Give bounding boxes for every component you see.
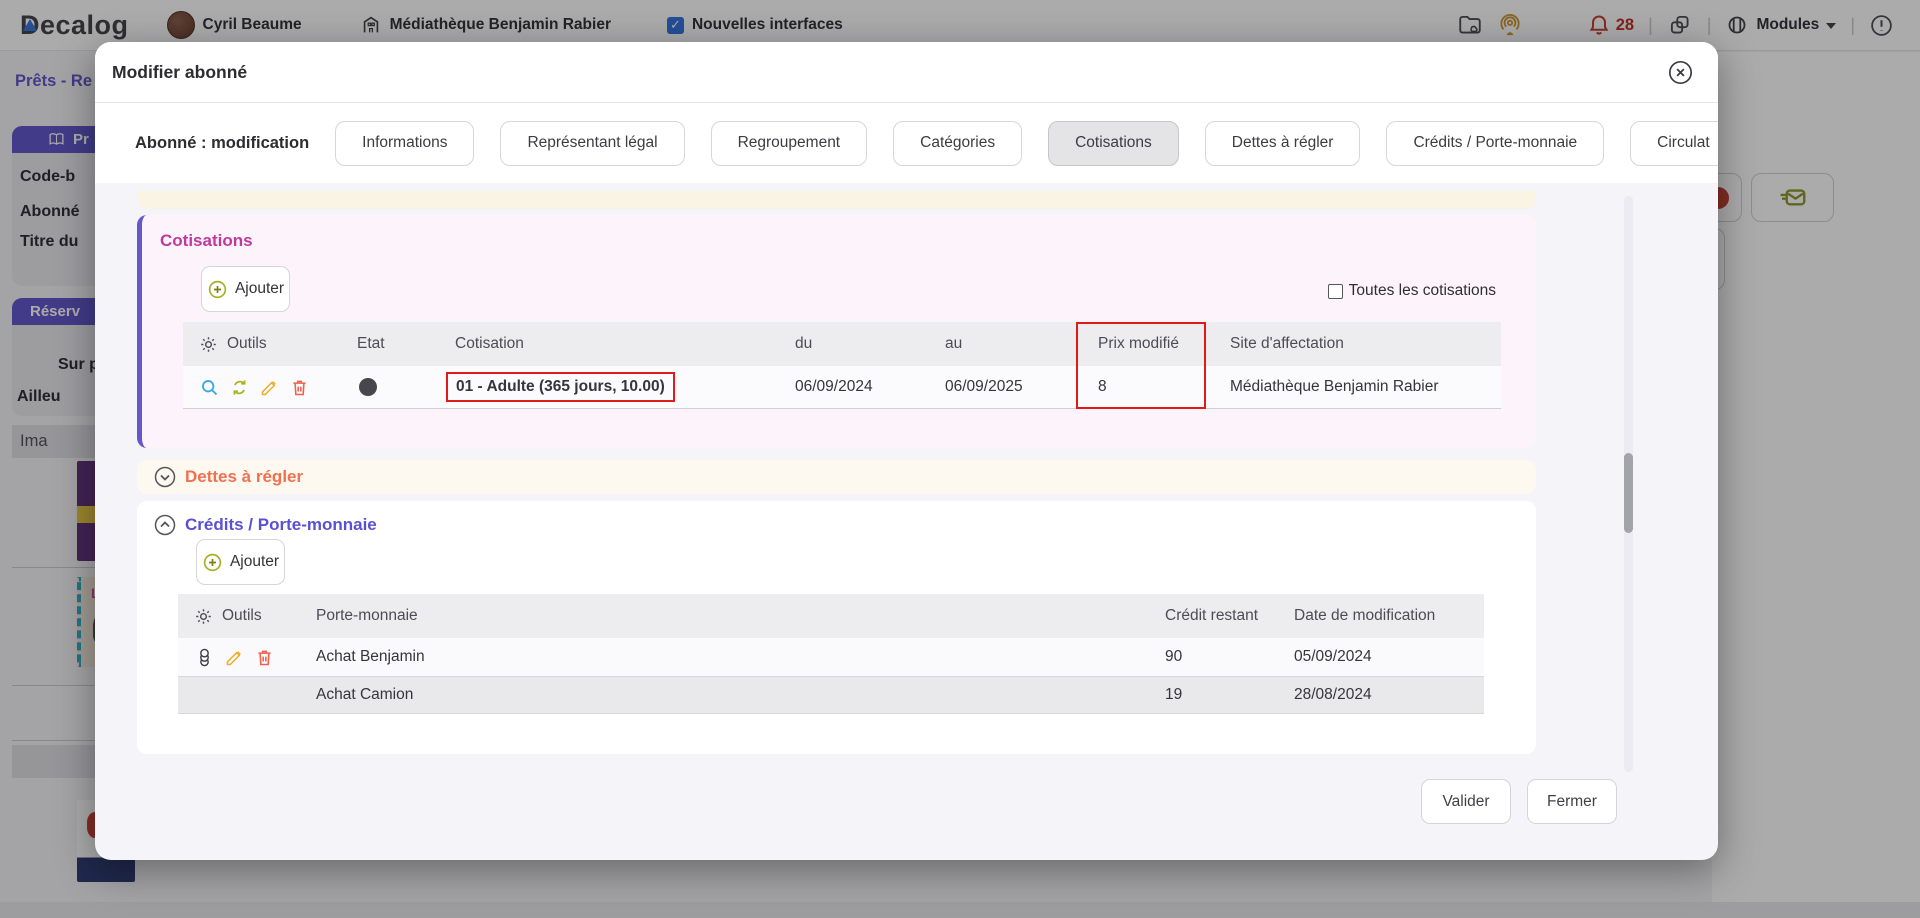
credits-table: Outils Porte-monnaie Crédit restant Date… xyxy=(178,594,1484,714)
all-cotisations-label: Toutes les cotisations xyxy=(1349,282,1496,300)
chevron-circle-up-icon[interactable] xyxy=(153,513,177,537)
credits-section: Crédits / Porte-monnaie Ajouter Out xyxy=(137,501,1536,754)
modal-content-scrollbar[interactable] xyxy=(1624,196,1633,772)
cotisation-value-highlighted: 01 - Adulte (365 jours, 10.00) xyxy=(446,372,675,402)
credits-heading: Crédits / Porte-monnaie xyxy=(185,515,377,535)
tab-categories[interactable]: Catégories xyxy=(893,121,1022,166)
column-header: Crédit restant xyxy=(1165,607,1294,625)
tab-cotisations[interactable]: Cotisations xyxy=(1048,121,1179,166)
modal-title: Modifier abonné xyxy=(112,62,1667,83)
gear-icon xyxy=(194,607,213,626)
coins-icon[interactable] xyxy=(194,647,215,668)
cotisations-section: Cotisations Ajouter Toutes les cotisatio… xyxy=(137,215,1536,448)
tab-bar: Informations Représentant légal Regroupe… xyxy=(335,121,1718,166)
delete-trash-icon[interactable] xyxy=(289,377,310,398)
column-header: Outils xyxy=(227,335,267,353)
credits-section-header[interactable]: Crédits / Porte-monnaie xyxy=(153,513,377,537)
plus-circle-icon xyxy=(207,279,228,300)
refresh-icon[interactable] xyxy=(229,377,250,398)
plus-circle-icon xyxy=(202,552,223,573)
close-button[interactable] xyxy=(1667,59,1694,86)
credits-table-header: Outils Porte-monnaie Crédit restant Date… xyxy=(178,594,1484,638)
column-header: Date de modification xyxy=(1294,607,1484,625)
add-credit-button[interactable]: Ajouter xyxy=(196,539,285,585)
credit-row[interactable]: Achat Benjamin 90 05/09/2024 xyxy=(178,638,1484,677)
cotisation-modified-price: 8 xyxy=(1090,378,1230,396)
search-icon[interactable] xyxy=(199,377,220,398)
tab-regroupement[interactable]: Regroupement xyxy=(711,121,868,166)
tab-representant-legal[interactable]: Représentant légal xyxy=(500,121,684,166)
modal-header: Modifier abonné xyxy=(95,42,1718,103)
cotisation-start-date: 06/09/2024 xyxy=(795,378,945,396)
credit-row[interactable]: Achat Camion 19 28/08/2024 xyxy=(178,677,1484,714)
all-cotisations-filter[interactable]: Toutes les cotisations xyxy=(1328,282,1496,300)
edit-pencil-icon[interactable] xyxy=(224,647,245,668)
cotisation-site: Médiathèque Benjamin Rabier xyxy=(1230,378,1501,396)
close-icon xyxy=(1667,59,1694,86)
add-cotisation-label: Ajouter xyxy=(235,280,284,298)
gear-icon xyxy=(199,335,218,354)
tab-informations[interactable]: Informations xyxy=(335,121,474,166)
chevron-circle-down-icon[interactable] xyxy=(153,465,177,489)
column-header: Prix modifié xyxy=(1090,335,1230,353)
modification-date: 28/08/2024 xyxy=(1294,686,1484,704)
tab-credits[interactable]: Crédits / Porte-monnaie xyxy=(1386,121,1604,166)
modal-subtitle: Abonné : modification xyxy=(135,134,309,153)
column-header: Cotisation xyxy=(455,335,795,353)
edit-subscriber-modal: Modifier abonné Abonné : modification In… xyxy=(95,42,1718,860)
column-header: du xyxy=(795,335,945,353)
column-header: Etat xyxy=(357,335,455,353)
scrollbar-thumb[interactable] xyxy=(1624,453,1633,533)
validate-button[interactable]: Valider xyxy=(1421,779,1511,824)
previous-section-edge xyxy=(137,191,1536,209)
remaining-credit: 90 xyxy=(1165,648,1294,666)
wallet-name: Achat Benjamin xyxy=(316,648,1165,666)
add-credit-label: Ajouter xyxy=(230,553,279,571)
modal-tabs-row: Abonné : modification Informations Repré… xyxy=(95,103,1718,183)
status-dot xyxy=(359,378,377,396)
modal-footer: Valider Fermer xyxy=(1421,779,1617,824)
dettes-heading: Dettes à régler xyxy=(185,467,303,487)
column-header: Outils xyxy=(222,607,262,625)
edit-pencil-icon[interactable] xyxy=(259,377,280,398)
dettes-section-header[interactable]: Dettes à régler xyxy=(137,460,1536,494)
column-header: Site d'affectation xyxy=(1230,335,1501,353)
modal-content: Cotisations Ajouter Toutes les cotisatio… xyxy=(95,183,1718,754)
unchecked-checkbox-icon[interactable] xyxy=(1328,284,1343,299)
column-header: Porte-monnaie xyxy=(316,607,1165,625)
cotisations-heading: Cotisations xyxy=(160,231,253,251)
cotisations-table: Outils Etat Cotisation du au Prix modifi… xyxy=(183,322,1501,409)
add-cotisation-button[interactable]: Ajouter xyxy=(201,266,290,312)
column-header: au xyxy=(945,335,1090,353)
cotisations-table-header: Outils Etat Cotisation du au Prix modifi… xyxy=(183,322,1501,366)
tab-circulations[interactable]: Circulat xyxy=(1630,121,1718,166)
close-modal-button[interactable]: Fermer xyxy=(1527,779,1617,824)
tab-dettes[interactable]: Dettes à régler xyxy=(1205,121,1361,166)
delete-trash-icon[interactable] xyxy=(254,647,275,668)
modification-date: 05/09/2024 xyxy=(1294,648,1484,666)
cotisation-row[interactable]: 01 - Adulte (365 jours, 10.00) 06/09/202… xyxy=(183,366,1501,409)
wallet-name: Achat Camion xyxy=(316,686,1165,704)
cotisation-end-date: 06/09/2025 xyxy=(945,378,1090,396)
remaining-credit: 19 xyxy=(1165,686,1294,704)
